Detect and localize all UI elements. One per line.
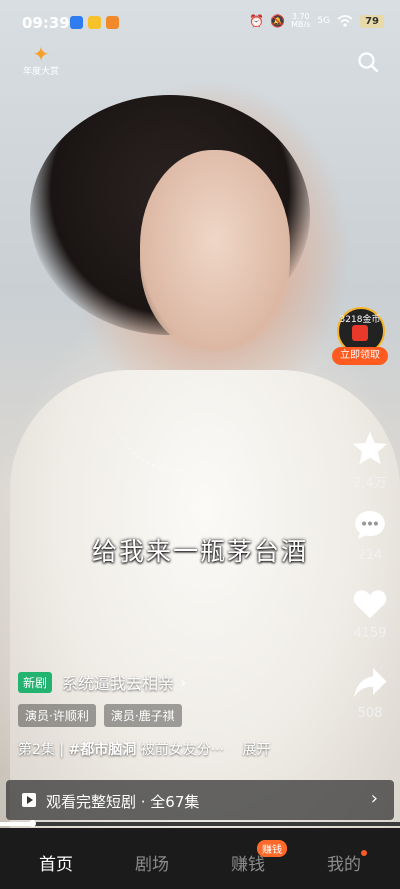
claim-reward-button[interactable]: 立即领取 <box>332 347 388 365</box>
wifi-icon <box>337 15 353 27</box>
status-bar: 09:39 ⏰ 🔕 3.70 MB/s 5G 79 <box>0 0 400 46</box>
chevron-right-icon: › <box>370 788 378 809</box>
series-title[interactable]: 系统逼我去相亲 <box>62 670 174 694</box>
status-right-group: ⏰ 🔕 3.70 MB/s 5G 79 <box>249 13 384 29</box>
cast-list: 演员·许顺利 演员·鹿子祺 <box>18 704 338 727</box>
cast-tag[interactable]: 演员·鹿子祺 <box>103 704 182 727</box>
play-icon <box>22 793 36 807</box>
app-notification-icon <box>70 16 83 29</box>
heart-icon <box>353 590 387 619</box>
share-count: 508 <box>357 706 383 721</box>
expand-button[interactable]: 展开 <box>243 742 271 758</box>
episode-number: 第2集 | <box>18 742 65 758</box>
share-arrow-icon <box>354 668 387 698</box>
video-subtitle: 给我来一瓶茅台酒 <box>91 537 308 566</box>
star-icon: ✦ <box>32 42 50 66</box>
progress-handle[interactable] <box>29 820 36 827</box>
progress-fill <box>0 822 32 826</box>
like-button[interactable]: 4159 <box>347 588 393 641</box>
share-button[interactable]: 508 <box>347 666 393 721</box>
alarm-icon: ⏰ <box>249 14 265 28</box>
logo-text: 年度大赏 <box>22 67 59 77</box>
series-info: 新剧 系统逼我去相亲 › 演员·许顺利 演员·鹿子祺 第2集 | #都市脑洞 被… <box>18 670 338 759</box>
earn-badge: 赚钱 <box>257 840 287 857</box>
app-notification-icon <box>88 16 101 29</box>
star-icon <box>352 431 388 465</box>
episode-summary: 被前女友分··· <box>140 742 225 758</box>
network-speed-unit: MB/s <box>291 20 311 29</box>
network-type: 5G <box>317 16 331 26</box>
red-envelope-icon <box>352 325 368 341</box>
series-title-row[interactable]: 新剧 系统逼我去相亲 › <box>18 670 338 694</box>
video-frame-face <box>140 150 290 350</box>
nav-profile[interactable]: 我的 <box>294 850 394 875</box>
watch-full-series-bar[interactable]: 观看完整短剧 · 全67集 › <box>6 780 394 820</box>
favorite-count: 2.4万 <box>353 476 387 491</box>
chevron-right-icon: › <box>180 672 187 692</box>
hashtag-link[interactable]: #都市脑洞 <box>69 742 137 758</box>
network-speed: 3.70 MB/s <box>291 13 310 29</box>
new-series-badge: 新剧 <box>18 671 53 693</box>
app-notification-icon <box>106 16 119 29</box>
search-button[interactable] <box>356 50 380 74</box>
mute-icon: 🔕 <box>270 14 286 28</box>
notification-dot <box>361 850 367 856</box>
video-progress-bar[interactable] <box>0 820 400 827</box>
status-time: 09:39 <box>22 14 70 32</box>
bottom-nav: 首页 剧场 赚钱 赚钱 我的 <box>0 828 400 889</box>
nav-home[interactable]: 首页 <box>6 850 106 875</box>
nav-theater[interactable]: 剧场 <box>102 850 202 875</box>
app-logo[interactable]: ✦ 年度大赏 <box>22 44 60 80</box>
episode-description: 第2集 | #都市脑洞 被前女友分··· 展开 <box>18 739 338 759</box>
coin-amount: 3218金币 <box>339 315 381 325</box>
favorite-button[interactable]: 2.4万 <box>347 430 393 491</box>
cast-tag[interactable]: 演员·许顺利 <box>18 704 96 727</box>
battery-indicator: 79 <box>360 14 384 28</box>
watch-full-label: 观看完整短剧 · 全67集 <box>46 793 200 811</box>
search-icon <box>358 52 379 73</box>
like-count: 4159 <box>353 626 387 641</box>
coin-reward-widget[interactable]: 3218金币 立即领取 <box>331 307 389 367</box>
